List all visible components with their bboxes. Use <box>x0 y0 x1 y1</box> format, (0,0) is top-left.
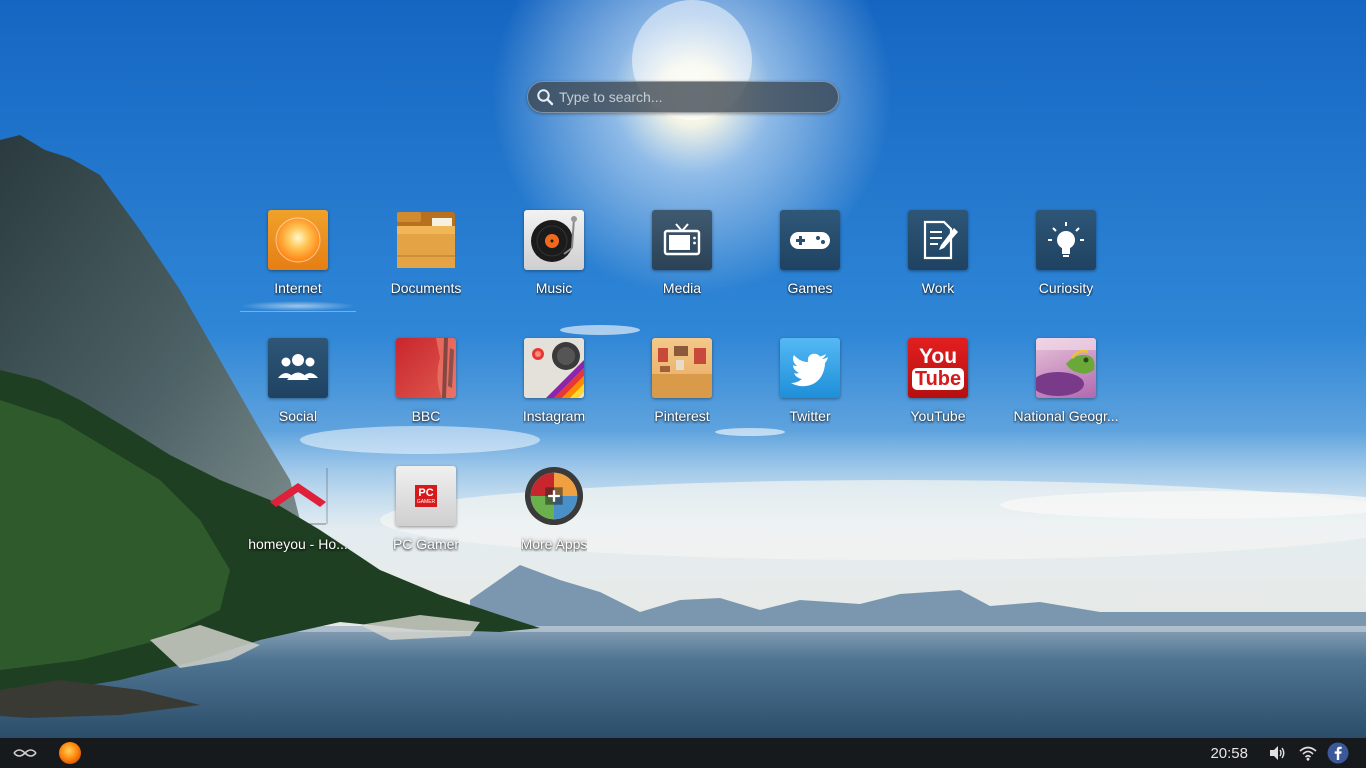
app-homeyou[interactable]: homeyou - Ho... <box>234 461 362 569</box>
app-pc-gamer[interactable]: PC GAMER PC Gamer <box>362 461 490 569</box>
bbc-icon <box>396 338 456 398</box>
twitter-bird-icon <box>780 338 840 398</box>
app-youtube[interactable]: You Tube YouTube <box>874 333 1002 441</box>
app-games[interactable]: Games <box>746 205 874 313</box>
app-label: Music <box>535 280 573 296</box>
app-twitter[interactable]: Twitter <box>746 333 874 441</box>
app-label: More Apps <box>520 536 588 552</box>
app-label: Documents <box>390 280 462 296</box>
turntable-icon <box>524 210 584 270</box>
wifi-icon[interactable] <box>1292 738 1324 768</box>
taskbar: 20:58 <box>0 738 1366 768</box>
add-apps-icon <box>524 466 584 526</box>
facebook-icon[interactable] <box>1324 738 1352 768</box>
app-curiosity[interactable]: Curiosity <box>1002 205 1130 313</box>
gamepad-icon <box>780 210 840 270</box>
pc-gamer-logo: PC GAMER <box>415 485 437 507</box>
search-icon <box>536 88 554 106</box>
app-label: Work <box>921 280 955 296</box>
app-media[interactable]: Media <box>618 205 746 313</box>
app-more-apps[interactable]: More Apps <box>490 461 618 569</box>
app-label: YouTube <box>910 408 966 424</box>
app-national-geographic[interactable]: National Geogr... <box>1002 333 1130 441</box>
chameleon-icon <box>1036 338 1096 398</box>
volume-icon[interactable] <box>1262 738 1292 768</box>
people-icon <box>268 338 328 398</box>
roof-icon <box>268 466 328 526</box>
app-label: Instagram <box>522 408 586 424</box>
app-music[interactable]: Music <box>490 205 618 313</box>
app-label: Pinterest <box>654 408 710 424</box>
pc-gamer-logo-gamer: GAMER <box>416 498 436 505</box>
app-label: Internet <box>274 280 322 296</box>
app-label: National Geogr... <box>1013 408 1119 424</box>
lightbulb-icon <box>1036 210 1096 270</box>
app-label: Media <box>662 280 702 296</box>
app-instagram[interactable]: Instagram <box>490 333 618 441</box>
search-bar[interactable] <box>527 81 839 113</box>
app-documents[interactable]: Documents <box>362 205 490 313</box>
app-label: BBC <box>411 408 441 424</box>
search-input[interactable] <box>559 89 838 105</box>
folder-icon <box>396 210 456 270</box>
app-bbc[interactable]: BBC <box>362 333 490 441</box>
app-internet[interactable]: Internet <box>234 205 362 313</box>
app-work[interactable]: Work <box>874 205 1002 313</box>
app-label: Curiosity <box>1038 280 1094 296</box>
app-social[interactable]: Social <box>234 333 362 441</box>
app-label: Twitter <box>789 408 831 424</box>
app-pinterest[interactable]: Pinterest <box>618 333 746 441</box>
app-label: homeyou - Ho... <box>248 536 348 552</box>
app-grid: Internet Documents Music Media Games Wor… <box>234 205 1134 589</box>
sun-browser-icon <box>268 210 328 270</box>
camera-icon <box>524 338 584 398</box>
app-label: Games <box>787 280 833 296</box>
app-label: PC Gamer <box>392 536 460 552</box>
endless-logo-icon[interactable] <box>0 738 50 768</box>
tv-icon <box>652 210 712 270</box>
pinterest-gallery-icon <box>652 338 712 398</box>
pc-gamer-icon: PC GAMER <box>396 466 456 526</box>
youtube-logo-you: You <box>918 345 958 368</box>
pc-gamer-logo-pc: PC <box>418 486 434 499</box>
youtube-logo-tube: Tube <box>911 368 965 390</box>
youtube-icon: You Tube <box>908 338 968 398</box>
clock[interactable]: 20:58 <box>1210 745 1248 762</box>
document-pen-icon <box>908 210 968 270</box>
app-label: Social <box>278 408 318 424</box>
browser-orb-icon[interactable] <box>50 738 90 768</box>
